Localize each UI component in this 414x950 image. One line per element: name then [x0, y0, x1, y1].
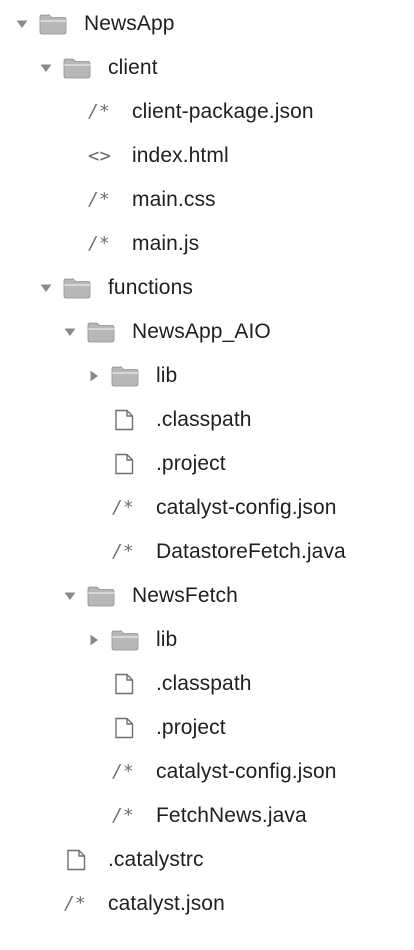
tree-item-label: .project [156, 452, 226, 475]
tree-item-label: NewsApp_AIO [132, 320, 271, 343]
tree-item-label: main.js [132, 232, 200, 255]
tree-item-label: NewsApp [84, 12, 175, 35]
file-icon [112, 716, 136, 740]
chevron-down-icon[interactable] [62, 324, 78, 340]
chevron-down-icon[interactable] [62, 588, 78, 604]
folder-icon [86, 320, 116, 344]
file-row-catalystrc[interactable]: .catalystrc [0, 838, 414, 882]
folder-icon [62, 56, 92, 80]
folder-row-newsapp[interactable]: NewsApp [0, 2, 414, 46]
comment-icon: /* [88, 101, 110, 122]
file-row-fetchnews-java[interactable]: /* FetchNews.java [0, 794, 414, 838]
tree-item-label: .project [156, 716, 226, 739]
comment-icon: /* [112, 541, 134, 562]
tree-item-label: catalyst-config.json [156, 760, 337, 783]
chevron-down-icon[interactable] [38, 60, 54, 76]
file-row-catalyst-config-json[interactable]: /* catalyst-config.json [0, 750, 414, 794]
comment-icon: /* [88, 233, 110, 254]
file-icon [112, 452, 136, 476]
folder-icon [110, 628, 140, 652]
comment-icon: /* [112, 805, 134, 826]
file-row-catalyst-config-json[interactable]: /* catalyst-config.json [0, 486, 414, 530]
tree-item-label: main.css [132, 188, 216, 211]
file-icon [64, 848, 88, 872]
folder-icon [38, 12, 68, 36]
folder-icon [110, 364, 140, 388]
comment-icon: /* [112, 497, 134, 518]
file-row-main-js[interactable]: /* main.js [0, 222, 414, 266]
file-row-classpath[interactable]: .classpath [0, 398, 414, 442]
file-row-catalyst-json[interactable]: /* catalyst.json [0, 882, 414, 926]
tree-item-label: FetchNews.java [156, 804, 307, 827]
comment-icon: /* [112, 761, 134, 782]
comment-icon: /* [88, 189, 110, 210]
folder-row-functions[interactable]: functions [0, 266, 414, 310]
chevron-right-icon[interactable] [86, 632, 102, 648]
chevron-down-icon[interactable] [14, 16, 30, 32]
tree-item-label: functions [108, 276, 193, 299]
file-icon [112, 672, 136, 696]
folder-row-newsfetch[interactable]: NewsFetch [0, 574, 414, 618]
tree-item-label: lib [156, 364, 178, 387]
file-row-client-package-json[interactable]: /* client-package.json [0, 90, 414, 134]
tree-item-label: index.html [132, 144, 229, 167]
chevron-right-icon[interactable] [86, 368, 102, 384]
file-icon [112, 408, 136, 432]
folder-icon [86, 584, 116, 608]
file-explorer-tree: NewsApp client /* client-package.json <> inde… [0, 0, 414, 950]
folder-row-newsapp-aio[interactable]: NewsApp_AIO [0, 310, 414, 354]
file-row-classpath[interactable]: .classpath [0, 662, 414, 706]
tree-item-label: NewsFetch [132, 584, 238, 607]
tree-item-label: catalyst.json [108, 892, 225, 915]
tree-item-label: client [108, 56, 158, 79]
tree-item-label: lib [156, 628, 178, 651]
file-row-index-html[interactable]: <> index.html [0, 134, 414, 178]
comment-icon: /* [64, 893, 86, 914]
folder-row-lib[interactable]: lib [0, 618, 414, 662]
tree-item-label: .classpath [156, 408, 252, 431]
tree-item-label: .classpath [156, 672, 252, 695]
tree-item-label: catalyst-config.json [156, 496, 337, 519]
folder-row-client[interactable]: client [0, 46, 414, 90]
tree-item-label: client-package.json [132, 100, 314, 123]
tree-item-label: DatastoreFetch.java [156, 540, 346, 563]
file-row-datastorefetch-java[interactable]: /* DatastoreFetch.java [0, 530, 414, 574]
code-icon: <> [88, 145, 111, 167]
file-row-main-css[interactable]: /* main.css [0, 178, 414, 222]
folder-row-lib[interactable]: lib [0, 354, 414, 398]
folder-icon [62, 276, 92, 300]
file-row-project[interactable]: .project [0, 706, 414, 750]
file-row-project[interactable]: .project [0, 442, 414, 486]
chevron-down-icon[interactable] [38, 280, 54, 296]
tree-item-label: .catalystrc [108, 848, 204, 871]
